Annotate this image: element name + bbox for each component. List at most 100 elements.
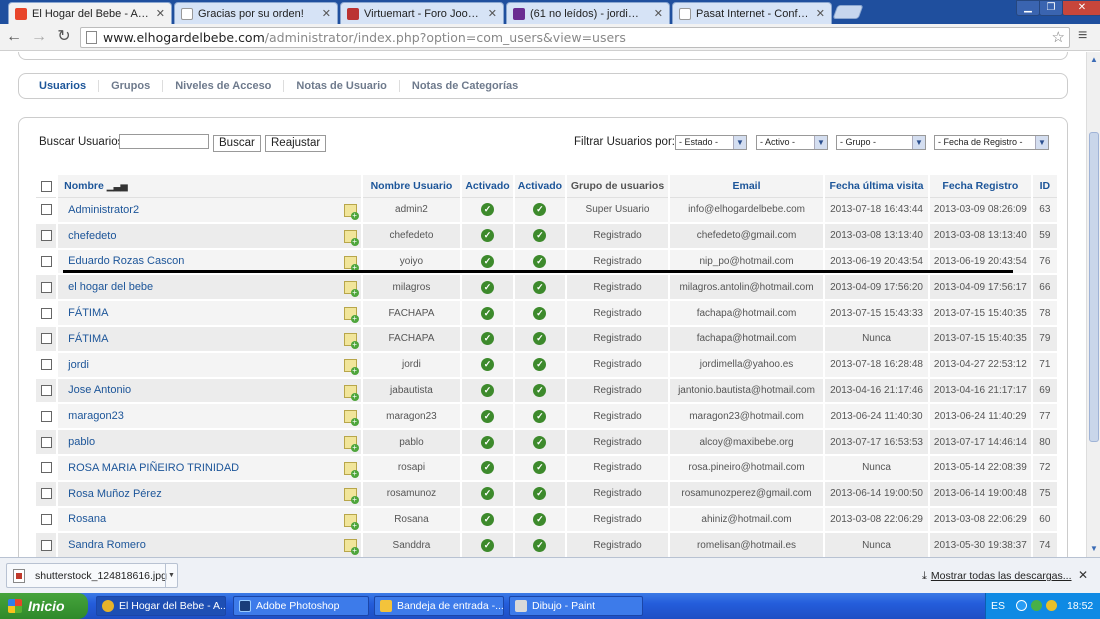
add-note-icon[interactable]: [343, 204, 359, 220]
check-circle-icon[interactable]: ✓: [481, 203, 495, 217]
header-last-visit[interactable]: Fecha última visita: [825, 175, 928, 198]
check-circle-icon[interactable]: ✓: [533, 332, 547, 346]
filter-state-select[interactable]: - Estado - ▼: [675, 135, 747, 150]
check-circle-icon[interactable]: ✓: [481, 461, 495, 475]
check-circle-icon[interactable]: ✓: [533, 229, 547, 243]
add-note-icon[interactable]: [343, 410, 359, 427]
add-note-icon[interactable]: [343, 281, 359, 298]
help-icon[interactable]: [1016, 600, 1027, 611]
add-note-icon[interactable]: [343, 513, 359, 530]
row-checkbox[interactable]: [40, 410, 52, 422]
filter-group-select[interactable]: - Grupo - ▼: [836, 135, 926, 150]
add-note-icon[interactable]: [343, 332, 359, 349]
forward-arrow-icon[interactable]: →: [29, 28, 49, 46]
row-checkbox[interactable]: [40, 204, 52, 216]
user-name-link[interactable]: Administrator2: [68, 204, 139, 216]
minimize-button[interactable]: ▁: [1016, 0, 1040, 16]
row-checkbox[interactable]: [40, 333, 52, 345]
search-button[interactable]: Buscar: [213, 135, 261, 152]
row-checkbox[interactable]: [40, 539, 52, 551]
user-name-link[interactable]: chefedeto: [68, 230, 116, 242]
tab-virtuemart-foro[interactable]: Virtuemart - Foro Joomla! - S ✕: [340, 2, 504, 24]
check-circle-icon[interactable]: ✓: [481, 409, 495, 423]
close-icon[interactable]: ✕: [488, 7, 497, 20]
submenu-usuarios[interactable]: Usuarios: [27, 80, 100, 92]
filter-registration-date-select[interactable]: - Fecha de Registro - ▼: [934, 135, 1049, 150]
user-name-link[interactable]: Rosa Muñoz Pérez: [68, 488, 162, 500]
add-note-icon[interactable]: [343, 307, 359, 324]
check-circle-icon[interactable]: ✓: [533, 254, 547, 268]
check-circle-icon[interactable]: ✓: [481, 512, 495, 526]
tab-gracias-por-su-orden[interactable]: Gracias por su orden! ✕: [174, 2, 338, 24]
check-circle-icon[interactable]: ✓: [533, 203, 547, 217]
check-circle-icon[interactable]: ✓: [533, 512, 547, 526]
user-name-link[interactable]: el hogar del bebe: [68, 281, 153, 293]
address-bar[interactable]: www.elhogardelbebe.com/administrator/ind…: [80, 27, 1070, 48]
submenu-grupos[interactable]: Grupos: [99, 80, 164, 92]
add-note-icon[interactable]: [343, 539, 359, 556]
user-name-link[interactable]: Eduardo Rozas Cascon: [68, 255, 184, 267]
download-menu-button[interactable]: ▼: [165, 564, 177, 587]
add-note-icon[interactable]: [343, 436, 359, 453]
check-circle-icon[interactable]: ✓: [533, 280, 547, 294]
row-checkbox[interactable]: [40, 281, 52, 293]
submenu-notas-de-categorias[interactable]: Notas de Categorías: [400, 80, 530, 92]
new-tab-button[interactable]: [832, 5, 864, 19]
tab-el-hogar-del-bebe[interactable]: El Hogar del Bebe - Administ ✕: [8, 2, 172, 24]
menu-icon[interactable]: ≡: [1078, 27, 1087, 45]
check-circle-icon[interactable]: ✓: [533, 487, 547, 501]
close-icon[interactable]: ✕: [654, 7, 663, 20]
check-circle-icon[interactable]: ✓: [533, 358, 547, 372]
check-circle-icon[interactable]: ✓: [533, 538, 547, 552]
window-close-button[interactable]: ✕: [1062, 0, 1100, 16]
check-circle-icon[interactable]: ✓: [533, 435, 547, 449]
select-all-checkbox[interactable]: [40, 180, 52, 192]
close-icon[interactable]: ✕: [322, 7, 331, 20]
bookmark-star-icon[interactable]: ☆: [1052, 28, 1065, 47]
add-note-icon[interactable]: [343, 229, 359, 246]
user-name-link[interactable]: ROSA MARIA PIÑEIRO TRINIDAD: [68, 462, 239, 474]
task-photoshop[interactable]: Adobe Photoshop: [233, 596, 369, 616]
check-circle-icon[interactable]: ✓: [481, 358, 495, 372]
close-icon[interactable]: ✕: [156, 7, 165, 20]
check-circle-icon[interactable]: ✓: [481, 306, 495, 320]
row-checkbox[interactable]: [40, 513, 52, 525]
page-scrollbar[interactable]: ▲ ▼: [1086, 52, 1100, 557]
search-input[interactable]: [119, 134, 209, 149]
task-chrome[interactable]: El Hogar del Bebe - A...: [96, 596, 226, 616]
check-circle-icon[interactable]: ✓: [481, 538, 495, 552]
close-icon[interactable]: ✕: [816, 7, 825, 20]
check-circle-icon[interactable]: ✓: [481, 435, 495, 449]
filter-active-select[interactable]: - Activo - ▼: [756, 135, 828, 150]
check-circle-icon[interactable]: ✓: [481, 332, 495, 346]
check-circle-icon[interactable]: ✓: [481, 229, 495, 243]
user-name-link[interactable]: Rosana: [68, 513, 106, 525]
check-circle-icon[interactable]: ✓: [533, 383, 547, 397]
task-inbox[interactable]: Bandeja de entrada -...: [374, 596, 504, 616]
header-name[interactable]: Nombre ▁▃▅: [58, 175, 361, 198]
row-checkbox[interactable]: [40, 255, 52, 267]
language-indicator[interactable]: ES: [991, 593, 1005, 619]
row-checkbox[interactable]: [40, 436, 52, 448]
user-name-link[interactable]: Sandra Romero: [68, 539, 146, 551]
restore-button[interactable]: ❐: [1039, 0, 1063, 16]
check-circle-icon[interactable]: ✓: [533, 306, 547, 320]
check-circle-icon[interactable]: ✓: [481, 383, 495, 397]
row-checkbox[interactable]: [40, 359, 52, 371]
row-checkbox[interactable]: [40, 488, 52, 500]
back-arrow-icon[interactable]: ←: [4, 28, 24, 46]
reload-icon[interactable]: ↻: [54, 28, 74, 46]
user-name-link[interactable]: FÁTIMA: [68, 333, 108, 345]
check-circle-icon[interactable]: ✓: [481, 254, 495, 268]
submenu-niveles-de-acceso[interactable]: Niveles de Acceso: [163, 80, 285, 92]
header-email[interactable]: Email: [669, 175, 824, 198]
network-icon[interactable]: [1031, 600, 1042, 611]
user-name-link[interactable]: pablo: [68, 436, 95, 448]
check-circle-icon[interactable]: ✓: [533, 461, 547, 475]
add-note-icon[interactable]: [343, 487, 359, 504]
user-name-link[interactable]: jordi: [68, 359, 89, 371]
show-all-downloads-link[interactable]: Mostrar todas las descargas...: [922, 570, 1072, 583]
check-circle-icon[interactable]: ✓: [481, 280, 495, 294]
add-note-icon[interactable]: [343, 358, 359, 375]
check-circle-icon[interactable]: ✓: [481, 487, 495, 501]
